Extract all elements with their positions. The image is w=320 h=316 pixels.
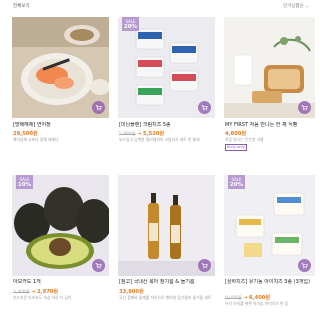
price-row: 33,800원 <box>119 288 144 295</box>
cart-icon <box>95 105 102 111</box>
product-card[interactable]: SALE 20% [상하치즈] 유기농 아이치즈 3종 (3개입) 8,000원… <box>224 175 315 316</box>
price-row: 3,300원 → 2,970원 <box>13 288 58 295</box>
product-name[interactable]: MY FIRST 처음 만나는 한 채 식빵 <box>225 122 316 129</box>
cart-icon <box>201 263 208 269</box>
product-image[interactable] <box>224 17 315 118</box>
cart-icon <box>301 263 308 269</box>
section-label: 전체보기 <box>13 4 30 9</box>
price-row: 8,000원 → 6,400원 <box>225 294 270 301</box>
add-to-cart-button[interactable] <box>298 259 311 272</box>
list-header: 전체보기 인기상품순 ⌄ <box>0 0 315 14</box>
product-card[interactable]: [참고] 국내산 볶아 참기름 & 들기름 33,800원 국산 참깨와 들깨를… <box>118 175 215 316</box>
product-name[interactable]: [미닝플랜] 크림치즈 5종 <box>119 122 215 129</box>
add-to-cart-button[interactable] <box>298 101 311 114</box>
product-desc: 우리 아이를 위한 유기농 아이치즈 한 장 <box>225 301 289 306</box>
sale-badge: SALE 20% <box>228 175 245 189</box>
add-to-cart-button[interactable] <box>198 101 211 114</box>
sale-percent: 10% <box>17 182 32 188</box>
product-name[interactable]: [참고] 국내산 볶아 참기름 & 들기름 <box>119 279 215 286</box>
product-name[interactable]: 아보카도 1개 <box>13 279 109 286</box>
product-desc: 부드러운 아보카도 숙성 하루 더 담아 <box>13 295 72 300</box>
product-card[interactable]: MY FIRST 처음 만나는 한 채 식빵 4,800원 처음 만나는 든든한… <box>224 17 315 157</box>
product-card[interactable]: SALE 20% [미닝플랜] 크림치즈 5종 5,980원 → 5,520원 … <box>118 17 215 157</box>
sale-badge: SALE 10% <box>16 175 33 189</box>
add-to-cart-button[interactable] <box>92 101 105 114</box>
product-card[interactable]: SALE 10% 아보카도 1개 3,300원 → 2,970원 부드러운 아보… <box>12 175 109 316</box>
cart-icon <box>95 263 102 269</box>
product-name[interactable]: [상하치즈] 유기농 아이치즈 3종 (3개입) <box>225 279 316 293</box>
kurly-only-tag: Kurly only <box>225 144 247 151</box>
cart-icon <box>301 105 308 111</box>
product-desc: 부드럽고 담백한 필라델피아 크림치즈 세트 한 통에 <box>119 137 200 142</box>
sale-badge: SALE 20% <box>122 17 139 31</box>
product-image[interactable]: SALE 20% <box>118 17 215 118</box>
price-row: 5,980원 → 5,520원 <box>119 130 164 137</box>
product-image[interactable]: SALE 10% <box>12 175 109 276</box>
price-row: 4,800원 <box>225 130 246 137</box>
product-name[interactable]: [망배해제] 연어정 <box>13 122 109 129</box>
add-to-cart-button[interactable] <box>92 259 105 272</box>
product-desc: 처음 만나는 든든한 식빵 <box>225 137 264 142</box>
add-to-cart-button[interactable] <box>198 259 211 272</box>
sort-dropdown[interactable]: 인기상품순 ⌄ <box>283 3 309 9</box>
product-card[interactable]: [망배해제] 연어정 29,500원 해석섬해 고포다 함해 레해다 <box>12 17 109 157</box>
sale-percent: 20% <box>229 182 244 188</box>
cart-icon <box>201 105 208 111</box>
product-desc: 해석섬해 고포다 함해 레해다 <box>13 137 59 142</box>
product-image[interactable] <box>12 17 109 118</box>
price-row: 29,500원 <box>13 130 38 137</box>
product-image[interactable] <box>118 175 215 276</box>
sale-percent: 20% <box>123 24 138 30</box>
product-image[interactable]: SALE 20% <box>224 175 315 276</box>
product-desc: 국산 참깨와 들깨를 저온으로 볶아낸 참기름과 들기름 세트 <box>119 295 212 300</box>
